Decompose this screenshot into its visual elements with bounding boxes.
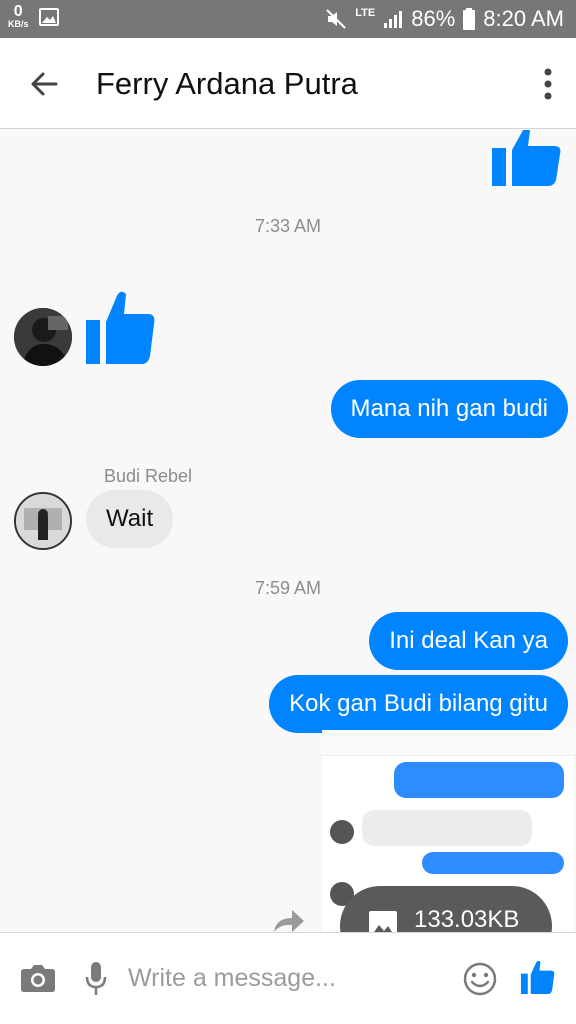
- timestamp: 7:33 AM: [254, 216, 322, 236]
- back-arrow-icon[interactable]: [26, 66, 62, 102]
- image-preview-bubble: [422, 852, 564, 874]
- avatar[interactable]: [14, 308, 72, 366]
- message-composer: [0, 932, 576, 1024]
- message-bubble-outgoing[interactable]: Mana nih gan budi: [330, 380, 568, 438]
- message-input[interactable]: [128, 953, 446, 1003]
- status-left: 0 KB/s: [8, 4, 59, 29]
- emoji-icon[interactable]: [462, 961, 498, 997]
- avatar-photo: [16, 494, 70, 548]
- data-rate: 0 KB/s: [8, 4, 29, 29]
- status-time: 8:20 AM: [483, 6, 564, 31]
- message-bubble-incoming[interactable]: Wait: [86, 490, 174, 548]
- battery-percent: 86%: [411, 6, 456, 31]
- camera-icon[interactable]: [20, 963, 56, 993]
- message-bubble-outgoing[interactable]: Kok gan Budi bilang gitu: [269, 675, 568, 733]
- image-download-chip[interactable]: 133.03KB: [340, 886, 552, 932]
- image-preview-bubble: [394, 762, 564, 798]
- share-icon[interactable]: [272, 908, 306, 932]
- image-preview-header: [322, 730, 574, 756]
- network-type: LTE: [355, 6, 376, 19]
- data-rate-value: 0: [13, 3, 23, 20]
- attachment-size: 133.03KB: [414, 906, 520, 932]
- message-list[interactable]: 7:33 AM Mana nih gan budi Budi Rebel Wai…: [0, 130, 576, 932]
- thumbs-up-icon[interactable]: [520, 959, 556, 995]
- signal-icon: [384, 11, 403, 28]
- thumbs-up-icon: [492, 130, 561, 186]
- image-preview-avatar: [330, 820, 354, 844]
- image-preview-bubble: [362, 810, 532, 846]
- conversation-header: Ferry Ardana Putra: [0, 38, 576, 129]
- message-bubble-outgoing[interactable]: Ini deal Kan ya: [369, 612, 568, 670]
- status-right: LTE 86% 8:20 AM: [325, 6, 564, 32]
- more-vert-icon[interactable]: [542, 66, 554, 102]
- image-icon: [369, 911, 397, 932]
- avatar-photo: [14, 308, 72, 366]
- timestamp: 7:59 AM: [254, 578, 322, 598]
- contact-name[interactable]: Ferry Ardana Putra: [96, 66, 358, 102]
- sender-name: Budi Rebel: [104, 466, 193, 486]
- gallery-icon: [38, 7, 59, 26]
- avatar[interactable]: [14, 492, 72, 550]
- battery-icon: [463, 8, 476, 30]
- mic-icon[interactable]: [84, 961, 108, 997]
- data-rate-unit: KB/s: [8, 19, 29, 29]
- status-bar: 0 KB/s LTE 86% 8:20 AM: [0, 0, 576, 38]
- mute-icon: [326, 9, 346, 29]
- thumbs-up-icon: [86, 291, 155, 364]
